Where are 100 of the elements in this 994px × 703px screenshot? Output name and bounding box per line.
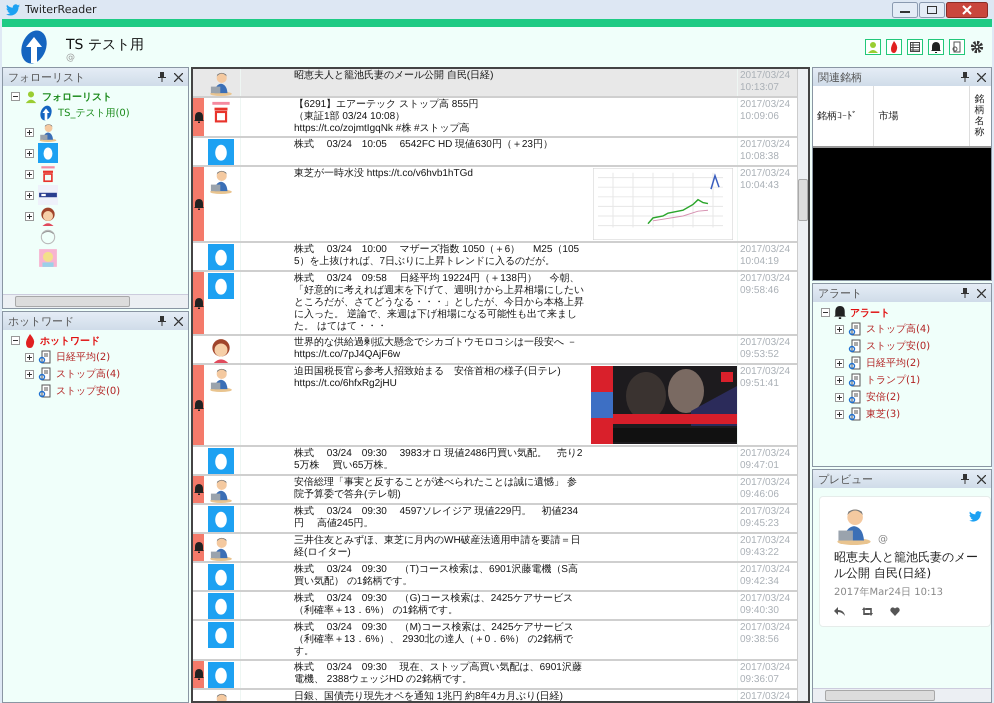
close-icon[interactable] (174, 72, 183, 82)
expand-icon[interactable] (835, 392, 844, 402)
tweet-time: 09:47:01 (740, 460, 779, 472)
tweet-row[interactable]: 世界的な供給過剰拡大懸念でシカゴトウモロコシは一段安へ － https://t.co/7pJ4QAjF6w 2017/03/24 09:53:52 (193, 336, 797, 365)
tweet-row[interactable]: 株式 03/24 09:30 4597ソレイジア 現値229円。 初値234円 高値245円。 2017/03/24 09:45:23 (193, 505, 797, 534)
tweet-row[interactable]: 昭恵夫人と籠池氏妻のメール公開 自民(日経) 2017/03/24 10:13:07 (193, 69, 797, 98)
maximize-icon[interactable] (919, 2, 945, 18)
collapse-icon[interactable] (11, 336, 20, 345)
expand-icon[interactable] (25, 148, 34, 158)
tree-item[interactable]: ストップ高(4) (56, 367, 120, 381)
heart-icon[interactable] (890, 607, 900, 616)
close-icon[interactable] (977, 288, 986, 298)
expand-icon[interactable] (25, 352, 34, 362)
flame-icon[interactable] (886, 39, 902, 55)
scrollbar[interactable] (813, 688, 991, 702)
pin-icon[interactable] (961, 474, 969, 484)
bell-icon (194, 484, 204, 495)
scrollbar[interactable] (797, 69, 808, 701)
retweet-icon[interactable] (861, 607, 874, 616)
tweet-date: 2017/03/24 (740, 99, 790, 111)
settings-icon[interactable] (970, 40, 984, 54)
tree-item[interactable]: ホットワード (40, 334, 100, 348)
bell-icon (194, 198, 204, 210)
bell-icon (194, 542, 204, 553)
tree-item[interactable]: 日経平均(2) (866, 356, 920, 370)
panel-title: プレビュー (818, 472, 873, 486)
tweet-row[interactable]: 株式 03/24 09:30 （T)コース検索は、6901沢藤電機（S高買い気配） の1銘柄です。 2017/03/24 09:42:34 (193, 563, 797, 592)
close-icon[interactable] (977, 72, 986, 82)
tree-item[interactable]: 日経平均(2) (56, 350, 110, 364)
tree-item[interactable]: 安倍(2) (866, 390, 900, 404)
tweet-time: 09:38:56 (740, 634, 779, 646)
tweet-row[interactable]: 株式 03/24 09:30 3983オロ 現値2486円買い気配。 売り25万株 買い65万株。 2017/03/24 09:47:01 (193, 447, 797, 476)
tweet-date: 2017/03/24 (740, 448, 790, 460)
tweet-text: 株式 03/24 09:30 3983オロ 現値2486円買い気配。 売り25万株 買い65万株。 (294, 448, 584, 472)
expand-icon[interactable] (835, 324, 844, 334)
tweet-text: 【6291】エアーテック ストップ高 855円 (294, 99, 478, 110)
tree-item[interactable]: アラート (850, 306, 890, 320)
tree-item[interactable]: トランプ(1) (866, 373, 920, 387)
tweet-text: 株式 03/24 10:00 マザーズ指数 1050（＋6） M25（1055）を上抜ければ、7日ぶりに上昇トレンドに入るのだが。 (294, 244, 580, 268)
tweet-row[interactable]: 株式 03/24 09:30 （M)コース検索は、2425ケアサービス（利確率＋13．6%）、 2930北の達人（＋0．6%） の2銘柄です。 2017/03/24 09:38:56 (193, 621, 797, 661)
tweet-date: 2017/03/24 (740, 564, 790, 576)
expand-icon[interactable] (25, 370, 34, 378)
expand-icon[interactable] (835, 358, 844, 368)
list-icon[interactable] (907, 39, 923, 55)
expand-icon[interactable] (835, 376, 844, 384)
tweet-time: 10:08:38 (740, 151, 779, 163)
tweet-row[interactable]: 株式 03/24 09:58 日経平均 19224円（＋138円） 今朝、「好意的に考えれば週末を下げて、週明けから上昇相場にしたいところだが、さてどうなる・・・」としたが、今日から本格上昇に入った。 逆論で、来週は下げ相場になる可能性も出て来ました。 はてはて・・・ 2017/03/24 09:58:46 (193, 272, 797, 336)
tweet-row[interactable]: 【6291】エアーテック ストップ高 855円 （東証1部 03/24 10:08） https://t.co/zojmtIgqNk #株 #ストップ高 2017/03/24 10:09:06 (193, 98, 797, 138)
tweet-date: 2017/03/24 (740, 662, 790, 674)
tweet-row[interactable]: 東芝が一時水没 https://t.co/v6hvb1hTGd 2017/03/24 10:04:43 (193, 167, 797, 243)
close-icon[interactable] (174, 316, 183, 326)
expand-icon[interactable] (25, 190, 34, 200)
reply-icon[interactable] (834, 607, 845, 616)
bell-icon[interactable] (928, 39, 944, 55)
tweet-text: 株式 03/24 10:05 6542FC HD 現値630円（＋23円） (294, 139, 553, 151)
tweet-date: 2017/03/24 (740, 506, 790, 518)
column-header[interactable]: 市場 (874, 86, 970, 146)
tree-item[interactable]: ストップ安(0) (866, 339, 930, 353)
expand-icon[interactable] (835, 410, 844, 418)
tweet-row[interactable]: 株式 03/24 10:05 6542FC HD 現値630円（＋23円） 2017/03/24 10:08:38 (193, 138, 797, 167)
tweet-row[interactable]: 迫田国税長官ら参考人招致始まる 安倍首相の様子(日テレ) https://t.co/6hfxRg2jHU 2017/03/24 09:51:41 (193, 365, 797, 447)
tweet-date: 2017/03/24 (740, 535, 790, 547)
bell-icon (194, 400, 204, 410)
flame-icon (24, 334, 36, 348)
tweet-handle: @ (878, 534, 888, 545)
document-search-icon (38, 384, 52, 398)
close-icon[interactable] (977, 474, 986, 484)
panel-title: フォローリスト (8, 70, 85, 84)
tree-item[interactable]: ストップ高(4) (866, 322, 930, 336)
pin-icon[interactable] (961, 288, 969, 298)
column-header[interactable]: 銘柄ｺｰﾄﾞ (813, 86, 874, 146)
tweet-date: 2017/03/24 (740, 337, 790, 349)
pin-icon[interactable] (961, 72, 969, 82)
tree-item[interactable]: フォローリスト (42, 90, 112, 104)
collapse-icon[interactable] (11, 92, 20, 101)
document-search-icon (848, 390, 862, 404)
scrollbar[interactable] (3, 294, 188, 308)
close-icon[interactable] (946, 2, 988, 18)
collapse-icon[interactable] (821, 308, 830, 317)
tree-item[interactable]: TS_テスト用(0) (58, 106, 130, 120)
tweet-row[interactable]: 株式 03/24 09:30 現在、ストップ高買い気配は、6901沢藤電機、 2388ウェッジHD の2銘柄です。 2017/03/24 09:36:07 (193, 661, 797, 690)
pin-icon[interactable] (158, 72, 166, 82)
document-search-icon (38, 350, 52, 364)
expand-icon[interactable] (25, 170, 34, 178)
tree-item[interactable]: ストップ安(0) (56, 384, 120, 398)
column-header[interactable]: 銘柄名称 (970, 86, 991, 146)
tweet-text: 株式 03/24 09:30 現在、ストップ高買い気配は、6901沢藤電機、 2388ウェッジHD の2銘柄です。 (294, 662, 583, 686)
document-search-icon[interactable] (949, 39, 965, 55)
expand-icon[interactable] (25, 212, 34, 220)
tweet-row[interactable]: 株式 03/24 10:00 マザーズ指数 1050（＋6） M25（1055）を上抜ければ、7日ぶりに上昇トレンドに入るのだが。 2017/03/24 10:04:19 (193, 243, 797, 272)
expand-icon[interactable] (25, 128, 34, 136)
tree-item[interactable]: 東芝(3) (866, 407, 900, 421)
minimize-icon[interactable] (892, 2, 918, 18)
bell-icon (194, 298, 204, 308)
pin-icon[interactable] (158, 316, 166, 326)
tweet-text: 迫田国税長官ら参考人招致始まる 安倍首相の様子(日テレ) (294, 366, 561, 378)
tweet-row[interactable]: 株式 03/24 09:30 （G)コース検索は、2425ケアサービス（利確率＋13．6%） の1銘柄です。 2017/03/24 09:40:30 (193, 592, 797, 621)
tweet-row[interactable]: 安倍総理「事実と反することが述べられたことは誠に遺憾」 参院予算委で答弁(テレ朝) 2017/03/24 09:46:06 (193, 476, 797, 505)
document-search-icon (848, 322, 862, 336)
tweet-row[interactable]: 三井住友とみずほ、東芝に月内のWH破産法適用申請を要請＝日経(ロイター) 2017/03/24 09:43:22 (193, 534, 797, 563)
